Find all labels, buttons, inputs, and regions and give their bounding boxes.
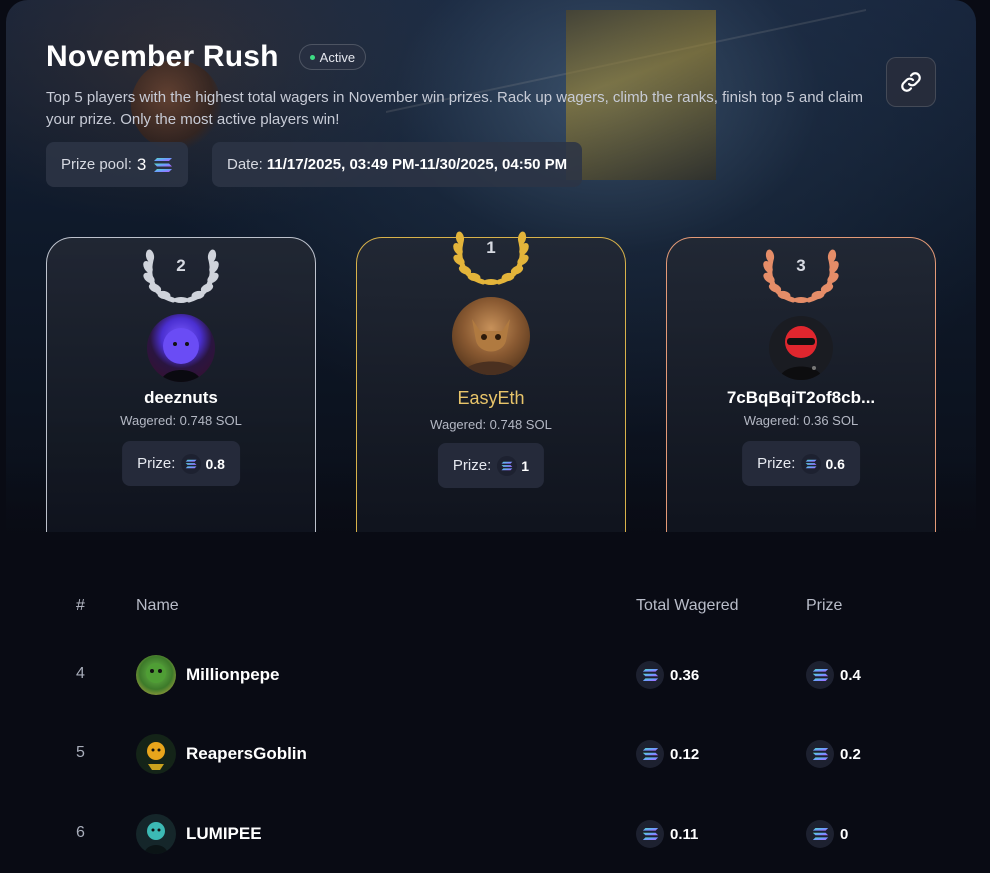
player-name: 7cBqBqiT2of8cb...: [726, 388, 876, 407]
solana-icon: [497, 455, 518, 476]
date-value: 11/17/2025, 03:49 PM-11/30/2025, 04:50 P…: [266, 156, 568, 173]
wagered-value: 0.36: [670, 666, 700, 684]
rank-number: 3: [796, 256, 806, 275]
solana-icon: [806, 820, 834, 848]
prize-value: 0.8: [205, 455, 225, 472]
avatar: [147, 314, 215, 382]
player-wagered: Wagered: 0.36 SOL: [743, 413, 859, 428]
solana-icon: [806, 740, 834, 768]
status-badge: Active: [298, 44, 367, 70]
solana-icon: [636, 820, 664, 848]
avatar: [452, 297, 530, 375]
wagered-value: 0.12: [670, 745, 700, 763]
table-row: 4 Millionpepe 0.36 0.4: [0, 645, 990, 705]
avatar: [136, 814, 176, 854]
row-rank: 6: [76, 824, 85, 841]
prize-value: 0.2: [840, 745, 861, 763]
table-row: 6 LUMIPEE 0.11 0: [0, 804, 990, 864]
player-name: EasyEth: [457, 388, 525, 408]
player-name: deeznuts: [144, 388, 218, 407]
prize-pool-value: 3: [136, 154, 147, 174]
description: Top 5 players with the highest total wag…: [46, 89, 864, 128]
podium-card-second: 2 deeznuts Wagered: 0.748 SOL Prize: 0.8: [46, 237, 316, 532]
prize-pool-label: Prize pool:: [61, 156, 132, 173]
title-row: November Rush Active: [46, 40, 367, 74]
status-dot-icon: [309, 54, 315, 60]
player-wagered: Wagered: 0.748 SOL: [120, 413, 242, 428]
wagered-value: 0.11: [670, 825, 699, 843]
row-prize: 0.2: [806, 740, 861, 768]
avatar: [769, 316, 833, 380]
prize-label: Prize:: [757, 455, 796, 472]
date-label: Date:: [227, 156, 263, 173]
row-rank: 5: [76, 744, 85, 761]
copy-link-button[interactable]: [886, 57, 936, 107]
prize-label: Prize:: [452, 457, 492, 474]
table-row: 5 ReapersGoblin 0.12 0.2: [0, 724, 990, 784]
row-total-wagered: 0.36: [636, 661, 699, 689]
column-header-rank: #: [76, 597, 85, 614]
prize-pool-chip: Prize pool: 3: [46, 142, 189, 187]
prize-box: Prize: 0.6: [742, 441, 860, 486]
avatar: [136, 734, 176, 774]
prize-value: 1: [521, 457, 530, 474]
rank-number: 2: [176, 256, 186, 275]
row-player-name: LUMIPEE: [186, 824, 262, 843]
avatar: [136, 655, 176, 695]
row-prize: 0: [806, 820, 848, 848]
podium-card-third: 3 7cBqBqiT2of8cb... Wagered: 0.36 SOL Pr…: [666, 237, 936, 532]
podium-card-first: 1 EasyEth Wagered: 0.748 SOL Prize: 1: [356, 237, 626, 532]
player-wagered: Wagered: 0.748 SOL: [430, 417, 552, 432]
row-prize: 0.4: [806, 661, 861, 689]
link-icon: [901, 72, 921, 92]
row-total-wagered: 0.12: [636, 740, 699, 768]
status-label: Active: [319, 49, 356, 65]
prize-label: Prize:: [137, 455, 176, 472]
solana-icon: [153, 157, 173, 173]
row-total-wagered: 0.11: [636, 820, 698, 848]
prize-value: 0: [840, 825, 849, 843]
solana-icon: [806, 661, 834, 689]
row-rank: 4: [76, 665, 85, 682]
row-player-name: ReapersGoblin: [186, 744, 307, 763]
column-header-prize: Prize: [806, 597, 843, 614]
row-player-name: Millionpepe: [186, 665, 280, 684]
solana-icon: [636, 740, 664, 768]
prize-box: Prize: 0.8: [122, 441, 240, 486]
rank-number: 1: [486, 238, 496, 257]
gold-laurel-icon: 1: [453, 224, 529, 286]
column-header-total-wagered: Total Wagered: [636, 597, 739, 614]
column-header-name: Name: [136, 597, 179, 614]
page-title: November Rush: [46, 40, 279, 73]
solana-icon: [636, 661, 664, 689]
bronze-laurel-icon: 3: [763, 242, 839, 304]
silver-laurel-icon: 2: [143, 242, 219, 304]
date-chip: Date: 11/17/2025, 03:49 PM-11/30/2025, 0…: [212, 142, 583, 187]
prize-value: 0.4: [840, 666, 861, 684]
solana-icon: [181, 453, 202, 474]
prize-value: 0.6: [825, 455, 845, 472]
solana-icon: [801, 453, 822, 474]
prize-box: Prize: 1: [437, 443, 545, 488]
